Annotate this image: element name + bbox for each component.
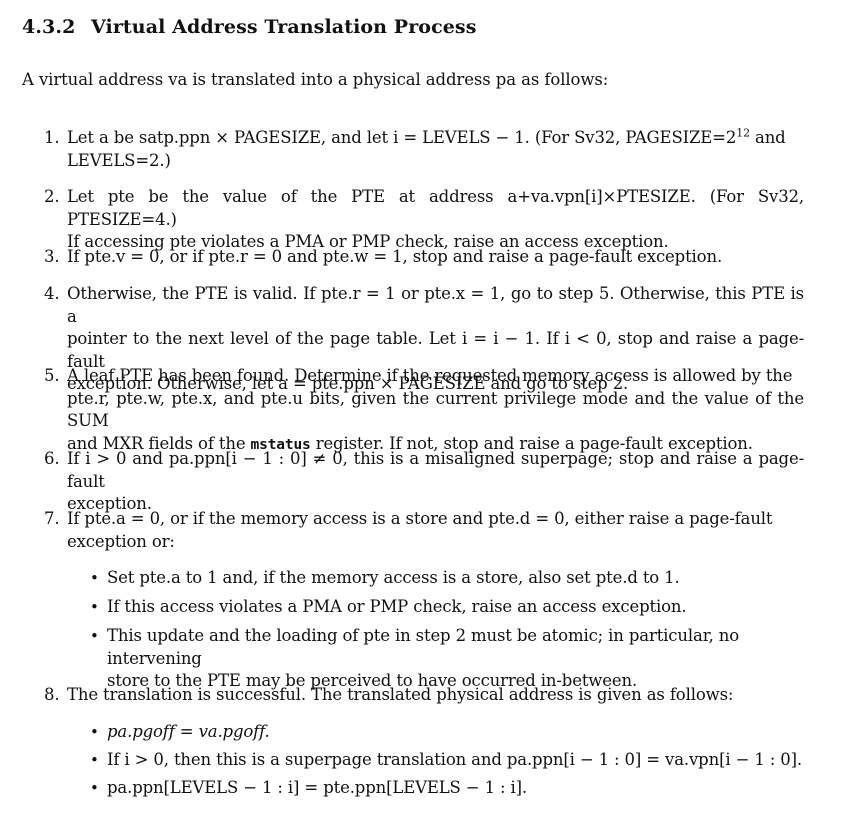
bullet-icon: • [90, 569, 99, 587]
list-item: • This update and the loading of pte in … [90, 625, 805, 693]
step-3: 3. If pte.v = 0, or if pte.r = 0 and pte… [44, 246, 804, 269]
step-line: If pte.a = 0, or if the memory access is… [67, 509, 773, 528]
step-2: 2. Let pte be the value of the PTE at ad… [44, 186, 804, 254]
step-1: 1. Let a be satp.ppn × PAGESIZE, and let… [44, 127, 804, 172]
document-page: 4.3.2 Virtual Address Translation Process… [0, 0, 862, 828]
step-line: If pte.v = 0, or if pte.r = 0 and pte.w … [67, 247, 723, 266]
step-line: The translation is successful. The trans… [67, 685, 734, 704]
step-line: If i > 0 and pa.ppn[i − 1 : 0] ≠ 0, this… [67, 449, 804, 491]
section-title: Virtual Address Translation Process [91, 16, 477, 38]
step-number: 2. [44, 187, 60, 206]
list-item: • If this access violates a PMA or PMP c… [90, 596, 805, 619]
step-number: 6. [44, 449, 60, 468]
bullet-icon: • [90, 779, 99, 797]
section-heading: 4.3.2 Virtual Address Translation Process [22, 16, 477, 38]
step-7: 7. If pte.a = 0, or if the memory access… [44, 508, 804, 553]
step-number: 5. [44, 366, 60, 385]
list-item: • pa.ppn[LEVELS − 1 : i] = pte.ppn[LEVEL… [90, 777, 805, 800]
bullet-icon: • [90, 751, 99, 769]
bullet-text: If i > 0, then this is a superpage trans… [107, 750, 803, 769]
list-item: • Set pte.a to 1 and, if the memory acce… [90, 567, 805, 590]
bullet-text: pa.ppn[LEVELS − 1 : i] = pte.ppn[LEVELS … [107, 778, 528, 797]
bullet-text: This update and the loading of pte in st… [107, 626, 740, 668]
step-number: 3. [44, 247, 60, 266]
step-6: 6. If i > 0 and pa.ppn[i − 1 : 0] ≠ 0, t… [44, 448, 804, 516]
bullet-icon: • [90, 598, 99, 616]
bullet-icon: • [90, 723, 99, 741]
intro-paragraph: A virtual address va is translated into … [22, 70, 609, 89]
list-item: • If i > 0, then this is a superpage tra… [90, 749, 805, 772]
section-number: 4.3.2 [22, 16, 76, 38]
step-number: 1. [44, 128, 60, 147]
step-number: 7. [44, 509, 60, 528]
list-item: • pa.pgoff = va.pgoff. [90, 721, 805, 744]
superscript: 12 [736, 126, 750, 140]
step-line: Let a be satp.ppn × PAGESIZE, and let i … [67, 128, 737, 147]
bullet-icon: • [90, 627, 99, 645]
step-line: LEVELS=2.) [67, 150, 171, 170]
step-number: 8. [44, 685, 60, 704]
step-line: exception or: [67, 531, 175, 551]
step-line: and [749, 128, 786, 147]
step-line: pte.r, pte.w, pte.x, and pte.u bits, giv… [67, 388, 804, 431]
step-5: 5. A leaf PTE has been found. Determine … [44, 365, 804, 456]
step-8: 8. The translation is successful. The tr… [44, 684, 804, 707]
bullet-text: If this access violates a PMA or PMP che… [107, 597, 687, 616]
bullet-text: Set pte.a to 1 and, if the memory access… [107, 568, 680, 587]
step-number: 4. [44, 284, 60, 303]
step-line: A leaf PTE has been found. Determine if … [67, 366, 793, 385]
step-line: Otherwise, the PTE is valid. If pte.r = … [67, 284, 804, 326]
bullet-text: pa.pgoff = va.pgoff. [107, 722, 270, 741]
step-line: Let pte be the value of the PTE at addre… [67, 187, 804, 229]
